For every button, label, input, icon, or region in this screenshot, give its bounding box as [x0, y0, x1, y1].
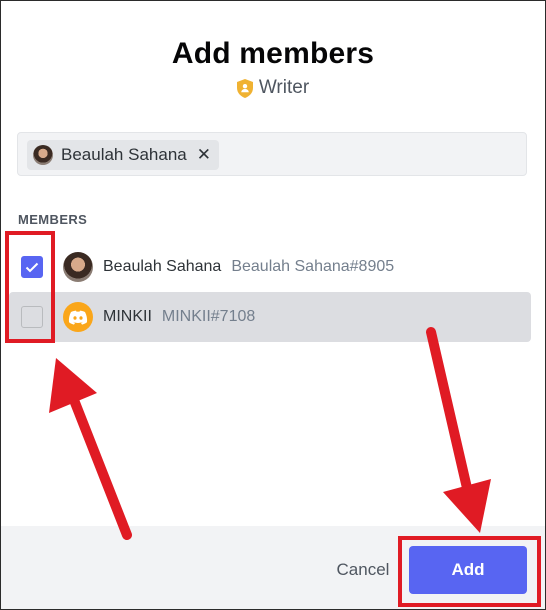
role-subtitle: Writer [1, 77, 545, 99]
member-row[interactable]: MINKII MINKII#7108 [9, 292, 531, 342]
add-button[interactable]: Add [409, 546, 527, 594]
cancel-button[interactable]: Cancel [323, 556, 403, 584]
chip-label: Beaulah Sahana [61, 145, 187, 164]
member-checkbox[interactable] [21, 256, 43, 278]
role-name: Writer [258, 77, 310, 98]
member-entry: Beaulah Sahana Beaulah Sahana#8905 [103, 258, 394, 276]
members-section-header: MEMBERS [18, 212, 88, 227]
discord-logo-icon [63, 302, 93, 332]
avatar [33, 145, 53, 165]
member-entry: MINKII MINKII#7108 [103, 308, 255, 326]
member-row[interactable]: Beaulah Sahana Beaulah Sahana#8905 [9, 242, 531, 292]
member-search-input[interactable]: Beaulah Sahana ✕ [17, 132, 527, 176]
member-tag: MINKII#7108 [161, 308, 256, 325]
dialog-title: Add members [171, 37, 375, 70]
selected-member-chip[interactable]: Beaulah Sahana ✕ [27, 140, 219, 170]
avatar [63, 252, 93, 282]
dialog-footer: Cancel Add [1, 526, 545, 609]
checkmark-icon [25, 262, 39, 272]
member-checkbox[interactable] [21, 306, 43, 328]
close-icon[interactable]: ✕ [197, 145, 211, 165]
member-name: Beaulah Sahana [103, 258, 222, 275]
member-tag: Beaulah Sahana#8905 [231, 258, 395, 275]
shield-person-icon [236, 78, 253, 98]
add-members-dialog: Add members Writer Beaulah Sahana ✕ MEMB… [0, 0, 546, 610]
member-name: MINKII [103, 308, 152, 325]
